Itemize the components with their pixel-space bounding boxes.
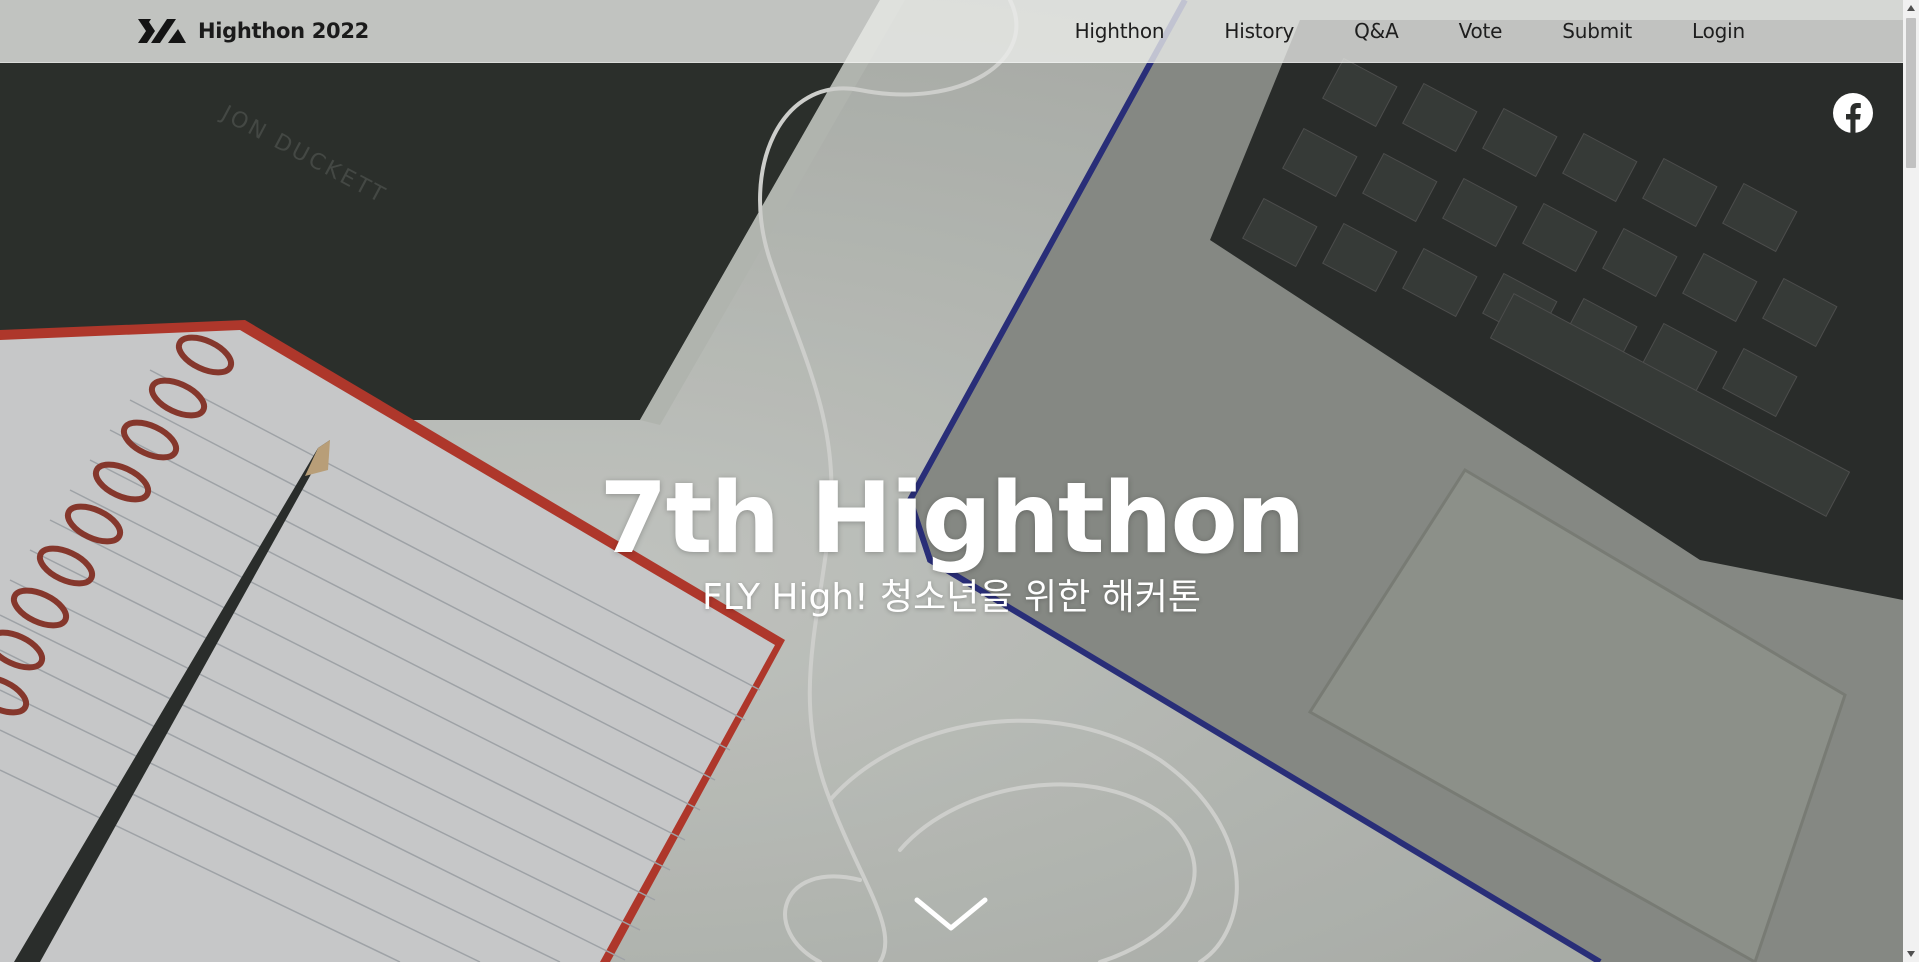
highthon-logo-icon [138, 19, 186, 43]
brand-name: Highthon 2022 [198, 19, 369, 43]
nav-item-submit[interactable]: Submit [1562, 19, 1632, 43]
scroll-down-arrow-icon[interactable] [1907, 950, 1915, 958]
main-nav-menu: Highthon History Q&A Vote Submit Login [1075, 0, 1746, 62]
top-navbar: Highthon 2022 Highthon History Q&A Vote … [0, 0, 1903, 63]
scroll-up-arrow-icon[interactable] [1907, 4, 1915, 12]
nav-item-vote[interactable]: Vote [1459, 19, 1503, 43]
nav-item-login[interactable]: Login [1692, 19, 1745, 43]
nav-item-history[interactable]: History [1224, 19, 1294, 43]
scroll-down-button[interactable] [914, 895, 988, 935]
page-viewport: JON DUCKETT Highthon 2022 Highthon Histo… [0, 0, 1903, 962]
hero-subtitle: FLY High! 청소년을 위한 해커톤 [702, 577, 1201, 618]
page-scrollbar[interactable] [1903, 0, 1919, 962]
facebook-icon [1833, 93, 1873, 133]
nav-item-qna[interactable]: Q&A [1354, 19, 1399, 43]
brand-home-link[interactable]: Highthon 2022 [138, 17, 369, 45]
facebook-link[interactable] [1833, 93, 1873, 133]
scrollbar-thumb[interactable] [1906, 18, 1916, 168]
nav-item-highthon[interactable]: Highthon [1075, 19, 1165, 43]
chevron-down-icon [914, 897, 988, 931]
hero-title: 7th Highthon [599, 461, 1305, 576]
